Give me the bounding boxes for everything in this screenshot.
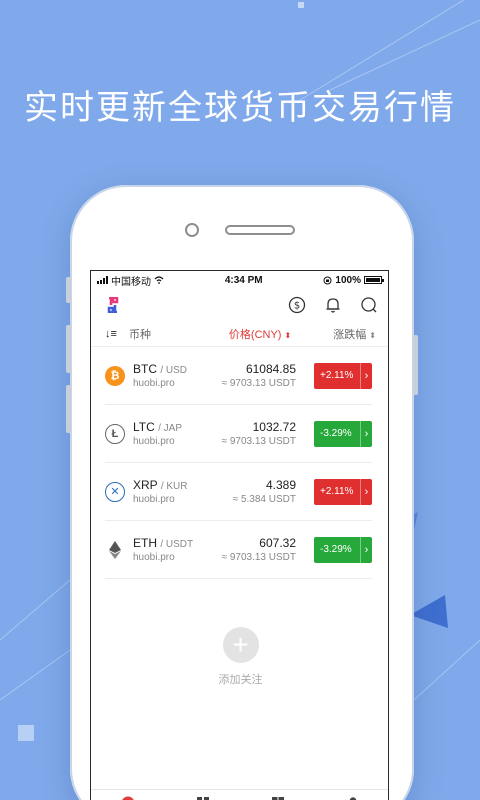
battery-icon — [364, 276, 384, 284]
coin-symbol: BTC — [133, 362, 157, 376]
tab-profile[interactable]: 我的 — [315, 790, 388, 800]
coin-quote: / USDT — [160, 539, 194, 550]
user-icon — [349, 797, 356, 800]
earpiece-speaker — [225, 225, 295, 235]
phone-mute-switch — [66, 277, 71, 303]
add-watch-button[interactable]: + — [222, 627, 259, 663]
ethereum-icon — [105, 539, 125, 560]
table-row[interactable]: ETH / USDT huobi.pro 607.32 ≈ 9703.13 US… — [105, 521, 372, 579]
coin-symbol: LTC — [133, 420, 155, 434]
change-value: +2.11% — [320, 370, 354, 381]
search-icon[interactable] — [360, 296, 378, 314]
column-change[interactable]: 涨跌幅 ⬍ — [333, 326, 376, 342]
table-row[interactable]: ✕ XRP / KUR huobi.pro 4.389 ≈ 5.384 USDT… — [105, 463, 372, 521]
chart-icon — [122, 796, 135, 800]
bell-icon[interactable] — [324, 296, 342, 314]
plus-icon: + — [232, 629, 249, 660]
phone-volume-down — [66, 385, 71, 433]
tab-bar: 行情 资讯 学院 我的 — [91, 789, 388, 800]
change-button[interactable]: +2.11% › — [314, 362, 372, 389]
phone-frame: 中国移动 4:34 PM 100% $ ↓≡ 币种 价格(CNY) ⬍ 涨跌幅 … — [66, 185, 418, 800]
change-value: -3.29% — [320, 544, 352, 555]
chevron-right-icon: › — [360, 536, 372, 563]
tab-academy[interactable]: 学院 — [241, 790, 316, 800]
wifi-icon — [154, 276, 164, 284]
litecoin-icon: Ł — [105, 423, 125, 444]
chevron-right-icon: › — [360, 362, 372, 389]
coin-price: 61084.85 — [245, 362, 296, 376]
column-header: ↓≡ 币种 价格(CNY) ⬍ 涨跌幅 ⬍ — [91, 321, 388, 347]
phone-volume-up — [66, 325, 71, 373]
table-row[interactable]: Ł LTC / JAP huobi.pro 1032.72 ≈ 9703.13 … — [105, 405, 372, 463]
coin-price-usdt: ≈ 5.384 USDT — [232, 494, 296, 505]
headline: 实时更新全球货币交易行情 — [24, 88, 456, 128]
coin-price: 1032.72 — [252, 420, 296, 434]
column-coin[interactable]: 币种 — [129, 326, 229, 342]
change-value: -3.29% — [320, 428, 352, 439]
change-value: +2.11% — [320, 486, 354, 497]
book-icon — [271, 797, 284, 800]
status-time: 4:34 PM — [224, 274, 263, 286]
coin-price: 607.32 — [259, 536, 296, 550]
coin-quote: / JAP — [158, 423, 183, 434]
signal-icon — [97, 276, 108, 284]
coin-price-usdt: ≈ 9703.13 USDT — [221, 378, 296, 389]
coin-quote: / USD — [160, 365, 188, 376]
ripple-icon: ✕ — [105, 481, 125, 502]
orientation-lock-icon — [323, 276, 332, 284]
coin-quote: / KUR — [160, 481, 188, 492]
coin-symbol: ETH — [133, 536, 157, 550]
coin-symbol: XRP — [133, 478, 158, 492]
tab-market[interactable]: 行情 — [91, 790, 166, 800]
coin-price: 4.389 — [265, 478, 296, 492]
coin-exchange: huobi.pro — [133, 378, 175, 389]
table-row[interactable]: ₿ BTC / USD huobi.pro 61084.85 ≈ 9703.13… — [105, 347, 372, 405]
change-button[interactable]: -3.29% › — [314, 420, 372, 447]
column-price[interactable]: 价格(CNY) ⬍ — [229, 326, 291, 342]
currency-icon[interactable]: $ — [288, 296, 306, 314]
tab-news[interactable]: 资讯 — [166, 790, 241, 800]
front-camera — [185, 223, 199, 237]
coin-exchange: huobi.pro — [133, 494, 175, 505]
battery-percent: 100% — [335, 274, 361, 286]
coin-price-usdt: ≈ 9703.13 USDT — [221, 552, 296, 563]
phone-power-button — [413, 335, 418, 395]
change-button[interactable]: +2.11% › — [314, 478, 372, 505]
app-screen: 中国移动 4:34 PM 100% $ ↓≡ 币种 价格(CNY) ⬍ 涨跌幅 … — [90, 270, 389, 800]
add-watch-label: 添加关注 — [218, 674, 263, 686]
coin-exchange: huobi.pro — [133, 552, 175, 563]
grid-icon — [197, 797, 210, 800]
app-logo-icon — [107, 297, 119, 313]
add-watch-area: + 添加关注 — [91, 627, 388, 687]
coin-list: ₿ BTC / USD huobi.pro 61084.85 ≈ 9703.13… — [91, 347, 388, 579]
top-bar: $ — [91, 289, 388, 321]
sort-icon[interactable]: ↓≡ — [105, 328, 119, 340]
chevron-right-icon: › — [360, 478, 372, 505]
carrier-name: 中国移动 — [111, 276, 151, 288]
bitcoin-icon: ₿ — [105, 365, 125, 386]
coin-exchange: huobi.pro — [133, 436, 175, 447]
coin-price-usdt: ≈ 9703.13 USDT — [221, 436, 296, 447]
svg-text:$: $ — [294, 301, 300, 312]
change-button[interactable]: -3.29% › — [314, 536, 372, 563]
status-bar: 中国移动 4:34 PM 100% — [91, 271, 388, 289]
chevron-right-icon: › — [360, 420, 372, 447]
